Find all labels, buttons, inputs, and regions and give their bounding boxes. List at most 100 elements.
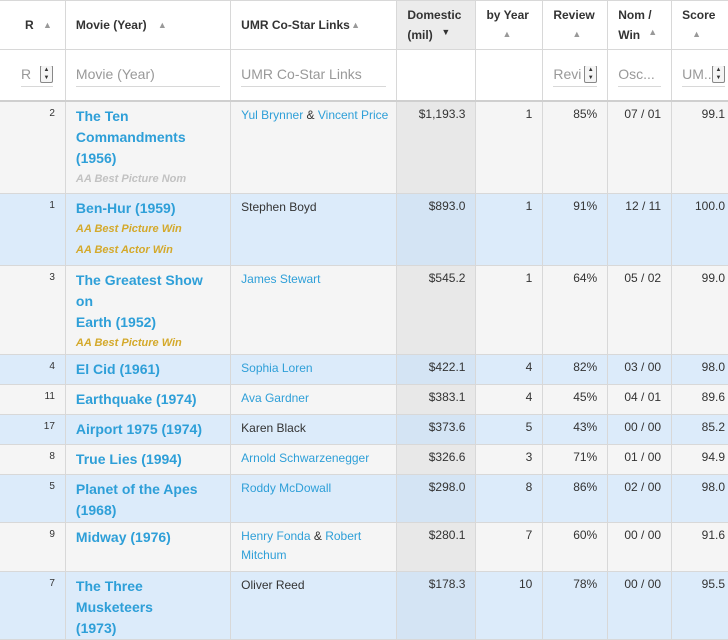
filter-cell-score: UM... ▲ ▼ bbox=[671, 49, 728, 102]
review-value: 71% bbox=[573, 449, 598, 464]
costar-link[interactable]: Henry Fonda bbox=[241, 529, 310, 543]
movie-title-line: (1973) bbox=[75, 619, 117, 636]
byyear-value: 1 bbox=[525, 107, 533, 121]
number-spinner-icon[interactable]: ▲ ▼ bbox=[712, 66, 725, 83]
domestic-value: $383.1 bbox=[428, 389, 466, 404]
col-header-movie[interactable]: Movie (Year) ▲ bbox=[64, 0, 232, 50]
movie-title-link[interactable]: Midway (1976) bbox=[66, 523, 230, 548]
movie-title-link[interactable]: The Greatest Show on Earth (1952) bbox=[66, 266, 230, 333]
domestic-value: $178.3 bbox=[428, 576, 466, 591]
filter-input-oscars[interactable]: Osc... bbox=[618, 66, 662, 87]
table-row[interactable]: 9 Midway (1976) Henry Fonda & Robert Mitch… bbox=[0, 521, 728, 572]
col-header-r[interactable]: R ▲ bbox=[0, 0, 66, 50]
movie-title-link[interactable]: The Ten Commandments (1956) bbox=[66, 102, 230, 169]
rank-value: 7 bbox=[49, 577, 55, 589]
movie-cell: The Three Musketeers (1973) bbox=[64, 570, 232, 640]
score-cell: 95.5 bbox=[671, 570, 728, 640]
col-header-review[interactable]: Review ▲ bbox=[542, 0, 609, 50]
movie-title-link[interactable]: Earthquake (1974) bbox=[66, 385, 230, 410]
review-value: 45% bbox=[573, 389, 598, 404]
score-value: 85.2 bbox=[701, 419, 725, 434]
movie-title-line: The Greatest Show on bbox=[75, 271, 203, 309]
col-header-domestic[interactable]: Domestic (mil) ▼ bbox=[396, 0, 477, 50]
nomwin-value: 03 / 00 bbox=[624, 359, 662, 374]
movie-title-line: The Ten bbox=[75, 108, 129, 124]
movie-title-line: Planet of the Apes bbox=[75, 480, 198, 497]
col-header-label: Review bbox=[553, 8, 595, 22]
table-row[interactable]: 8 True Lies (1994) Arnold Schwarzenegger $3… bbox=[0, 443, 728, 475]
costar-link[interactable]: Yul Brynner bbox=[241, 108, 303, 122]
costar-link[interactable]: Vincent Price bbox=[318, 108, 388, 122]
movie-title-link[interactable]: Airport 1975 (1974) bbox=[66, 415, 230, 440]
rank-cell: 11 bbox=[0, 383, 66, 415]
costar-list: Oliver Reed bbox=[231, 572, 396, 601]
movie-title-link[interactable]: True Lies (1994) bbox=[66, 445, 230, 470]
table-row[interactable]: 7 The Three Musketeers (1973) Oliver Reed $1… bbox=[0, 570, 728, 640]
nomwin-value: 01 / 00 bbox=[624, 449, 662, 464]
number-spinner-icon[interactable]: ▲ ▼ bbox=[584, 66, 598, 83]
movie-title-link[interactable]: The Three Musketeers (1973) bbox=[66, 572, 230, 639]
col-header-score[interactable]: Score ▲ bbox=[671, 0, 728, 50]
movie-cell: The Greatest Show on Earth (1952) AA Best … bbox=[64, 264, 232, 355]
table-row[interactable]: 5 Planet of the Apes (1968) Roddy McDowall $… bbox=[0, 473, 728, 523]
rank-cell: 7 bbox=[0, 570, 66, 640]
costar-list: Roddy McDowall bbox=[231, 475, 396, 504]
filter-cell-review: Revi ▲ ▼ bbox=[542, 49, 609, 102]
table-row[interactable]: 11 Earthquake (1974) Ava Gardner $383.1 4 45%… bbox=[0, 383, 728, 415]
costar-link[interactable]: Arnold Schwarzenegger bbox=[241, 451, 369, 465]
nomwin-cell: 00 / 00 bbox=[607, 521, 673, 572]
costar-link[interactable]: Sophia Loren bbox=[241, 361, 312, 375]
domestic-cell: $280.1 bbox=[396, 521, 477, 572]
col-header-label: Movie (Year) bbox=[75, 18, 147, 32]
filter-input-movie[interactable]: Movie (Year) bbox=[75, 66, 221, 87]
filter-input-costar[interactable]: UMR Co-Star Links bbox=[241, 66, 387, 87]
filter-input-review[interactable]: Revi ▲ ▼ bbox=[553, 66, 598, 87]
byyear-cell: 8 bbox=[475, 473, 544, 523]
review-value: 43% bbox=[573, 419, 598, 434]
movie-title-link[interactable]: Planet of the Apes (1968) bbox=[66, 475, 230, 521]
nomwin-value: 07 / 01 bbox=[624, 107, 662, 121]
domestic-value: $326.6 bbox=[428, 449, 466, 464]
rank-cell: 17 bbox=[0, 413, 66, 445]
byyear-value: 4 bbox=[525, 359, 533, 374]
movie-cell: Airport 1975 (1974) bbox=[64, 413, 232, 445]
costar-text: & bbox=[310, 528, 326, 543]
costar-link[interactable]: Roddy McDowall bbox=[241, 481, 331, 495]
number-spinner-icon[interactable]: ▲ ▼ bbox=[39, 66, 53, 83]
costar-list: Yul Brynner & Vincent Price bbox=[231, 102, 396, 131]
table-row[interactable]: 2 The Ten Commandments (1956) AA Best Pictur… bbox=[0, 100, 728, 194]
costar-text: Stephen Boyd bbox=[241, 199, 317, 214]
costar-cell: James Stewart bbox=[230, 264, 398, 355]
costar-cell: Arnold Schwarzenegger bbox=[230, 443, 398, 475]
table-row[interactable]: 1 Ben-Hur (1959) AA Best Picture Win AA Bes… bbox=[0, 192, 728, 266]
col-header-costar[interactable]: UMR Co-Star Links ▲ bbox=[230, 0, 398, 50]
costar-cell: Stephen Boyd bbox=[230, 192, 398, 266]
movie-title-line: El Cid (1961) bbox=[75, 360, 160, 377]
movie-title-link[interactable]: El Cid (1961) bbox=[66, 355, 230, 380]
domestic-cell: $373.6 bbox=[396, 413, 477, 445]
domestic-cell: $545.2 bbox=[396, 264, 477, 355]
movie-cell: Midway (1976) bbox=[64, 521, 232, 572]
score-value: 91.6 bbox=[701, 527, 725, 542]
nomwin-value: 04 / 01 bbox=[624, 389, 662, 404]
byyear-value: 3 bbox=[525, 449, 533, 464]
table-row[interactable]: 17 Airport 1975 (1974) Karen Black $373.6 5 4… bbox=[0, 413, 728, 445]
domestic-value: $1,193.3 bbox=[418, 107, 466, 121]
costar-link[interactable]: Ava Gardner bbox=[241, 391, 309, 405]
movie-title-line: Airport 1975 (1974) bbox=[75, 420, 202, 437]
filter-input-r[interactable]: R ▲ ▼ bbox=[21, 66, 53, 87]
col-header-byyear[interactable]: by Year ▲ bbox=[475, 0, 544, 50]
domestic-cell: $326.6 bbox=[396, 443, 477, 475]
rank-value: 1 bbox=[49, 199, 55, 211]
col-header-nomwin[interactable]: Nom / Win ▲ bbox=[607, 0, 673, 50]
table-row[interactable]: 3 The Greatest Show on Earth (1952) AA Best… bbox=[0, 264, 728, 355]
score-cell: 98.0 bbox=[671, 473, 728, 523]
table-row[interactable]: 4 El Cid (1961) Sophia Loren $422.1 4 82% 03 /… bbox=[0, 353, 728, 385]
costar-cell: Roddy McDowall bbox=[230, 473, 398, 523]
movie-title-link[interactable]: Ben-Hur (1959) bbox=[66, 194, 230, 219]
nomwin-cell: 05 / 02 bbox=[607, 264, 673, 355]
costar-link[interactable]: James Stewart bbox=[241, 272, 320, 286]
filter-input-score[interactable]: UM... ▲ ▼ bbox=[682, 66, 725, 87]
movie-title-line: Ben-Hur (1959) bbox=[75, 199, 176, 216]
movie-title-line: Earthquake (1974) bbox=[75, 390, 197, 407]
